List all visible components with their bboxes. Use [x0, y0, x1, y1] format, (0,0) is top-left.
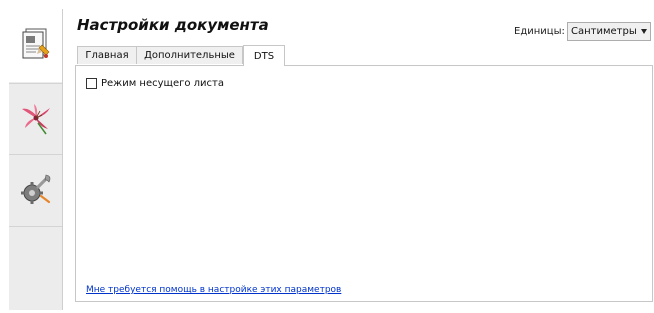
carrier-sheet-mode-label: Режим несущего листа	[101, 78, 224, 89]
side-tab-tools[interactable]	[9, 155, 62, 227]
units-dropdown-value: Сантиметры	[571, 26, 637, 37]
tab-dts[interactable]: DTS	[243, 45, 285, 66]
carrier-sheet-mode-option[interactable]: Режим несущего листа	[86, 78, 224, 89]
gear-wrench-icon	[19, 172, 53, 209]
units-label: Единицы:	[514, 26, 565, 37]
side-tab-strip	[9, 9, 63, 310]
tab-main[interactable]: Главная	[77, 46, 137, 64]
page-title: Настройки документа	[77, 16, 269, 34]
carrier-sheet-mode-checkbox[interactable]	[86, 78, 97, 89]
units-dropdown[interactable]: Сантиметры	[567, 22, 651, 41]
help-link[interactable]: Мне требуется помощь в настройке этих па…	[86, 285, 341, 295]
document-icon	[20, 27, 52, 64]
lily-flower-icon	[18, 101, 54, 138]
side-tab-lily[interactable]	[9, 83, 62, 155]
tab-additional[interactable]: Дополнительные	[136, 46, 243, 64]
chevron-down-icon	[641, 29, 647, 34]
tab-content-panel: Режим несущего листа Мне требуется помощ…	[75, 65, 653, 302]
side-tab-document[interactable]	[9, 9, 62, 82]
